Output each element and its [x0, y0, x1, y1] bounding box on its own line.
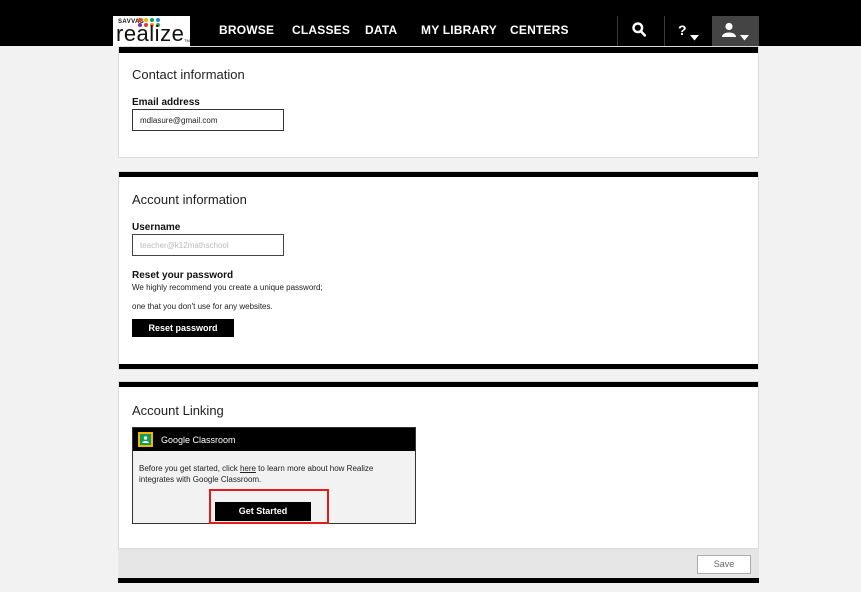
- logo-trademark: TM: [184, 38, 190, 43]
- caret-down-icon: [690, 28, 699, 46]
- username-label: Username: [132, 222, 181, 233]
- google-classroom-icon: [138, 432, 153, 447]
- account-linking-card: Account Linking Google Classroom Before …: [118, 381, 759, 549]
- google-classroom-description: Before you get started, click here to le…: [139, 463, 409, 485]
- reset-password-hint-2: one that you don't use for any websites.: [132, 302, 273, 311]
- highlight-box: [209, 489, 329, 524]
- reset-password-title: Reset your password: [132, 270, 234, 281]
- nav-data[interactable]: DATA: [365, 23, 397, 37]
- help-icon: ?: [678, 22, 687, 38]
- card-top-rule: [119, 172, 758, 177]
- reset-password-hint-1: We highly recommend you create a unique …: [132, 283, 323, 292]
- savvas-realize-logo[interactable]: SAVVAS realize TM: [113, 16, 190, 46]
- description-text-before: Before you get started, click: [139, 464, 240, 473]
- reset-password-button[interactable]: Reset password: [132, 319, 234, 337]
- google-classroom-title: Google Classroom: [161, 435, 236, 445]
- card-top-rule: [119, 47, 758, 53]
- user-icon: [722, 22, 738, 43]
- section-title: Account information: [132, 192, 247, 207]
- card-top-rule: [119, 382, 758, 387]
- nav-browse[interactable]: BROWSE: [219, 23, 274, 37]
- username-field: teacher@k12mathschool: [132, 234, 284, 256]
- caret-down-icon: [740, 28, 749, 46]
- nav-centers[interactable]: CENTERS: [510, 23, 569, 37]
- account-information-card: Account information Username teacher@k12…: [118, 171, 759, 370]
- nav-divider: [664, 16, 665, 46]
- nav-my-library[interactable]: MY LIBRARY: [421, 23, 497, 37]
- email-field[interactable]: mdlasure@gmail.com: [132, 109, 284, 131]
- nav-divider: [617, 16, 618, 46]
- learn-more-link[interactable]: here: [240, 464, 256, 473]
- google-classroom-header: Google Classroom: [133, 428, 415, 451]
- nav-classes[interactable]: CLASSES: [292, 23, 350, 37]
- contact-information-card: Contact information Email address mdlasu…: [118, 46, 759, 158]
- logo-wordmark: realize: [116, 21, 185, 46]
- footer-bar: [118, 549, 759, 578]
- help-menu[interactable]: ?: [678, 22, 687, 38]
- card-bottom-rule: [119, 364, 758, 369]
- save-button[interactable]: Save: [697, 555, 751, 574]
- card-bottom-rule: [118, 578, 759, 583]
- section-title: Contact information: [132, 67, 245, 82]
- section-title: Account Linking: [132, 403, 224, 418]
- user-menu-button[interactable]: [712, 16, 759, 46]
- search-icon[interactable]: [632, 22, 647, 42]
- email-label: Email address: [132, 97, 200, 108]
- top-navigation-bar: SAVVAS realize TM BROWSE CLASSES DATA MY…: [0, 0, 861, 46]
